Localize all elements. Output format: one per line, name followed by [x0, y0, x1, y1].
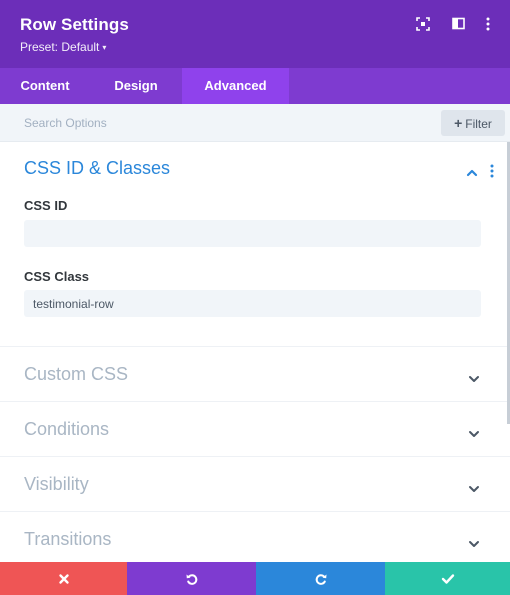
css-class-label: CSS Class: [24, 269, 90, 284]
undo-icon: [186, 573, 197, 585]
section-title: Conditions: [24, 419, 110, 439]
plus-icon: +: [454, 115, 463, 131]
chevron-down-icon: [468, 426, 480, 437]
more-vertical-icon[interactable]: [485, 17, 501, 33]
tab-design[interactable]: Design: [90, 68, 182, 104]
save-button[interactable]: [385, 562, 510, 595]
tab-content[interactable]: Content: [0, 68, 90, 104]
preset-label: Preset: Default: [20, 40, 100, 54]
search-bar: +Filter: [0, 104, 510, 142]
undo-button[interactable]: [127, 562, 256, 595]
chevron-down-icon: [468, 371, 480, 382]
more-vertical-icon[interactable]: [489, 164, 495, 178]
section-title: Custom CSS: [24, 364, 129, 384]
section-css-id-classes: CSS ID & Classes CSS ID CSS Class: [0, 142, 510, 347]
modal-title: Row Settings: [20, 15, 129, 34]
section-custom-css[interactable]: Custom CSS: [0, 347, 510, 402]
caret-down-icon: ▾: [102, 43, 107, 52]
footer-action-bar: [0, 562, 510, 595]
chevron-down-icon: [468, 481, 480, 492]
section-visibility[interactable]: Visibility: [0, 457, 510, 512]
section-title: Visibility: [24, 474, 89, 494]
redo-icon: [315, 573, 326, 585]
modal-header: Row Settings Preset: Default ▾: [0, 0, 510, 68]
sidebar-layout-icon[interactable]: [452, 17, 468, 33]
filter-label: Filter: [465, 117, 492, 131]
check-icon: [441, 573, 454, 584]
preset-selector[interactable]: Preset: Default ▾: [20, 40, 106, 54]
chevron-up-icon[interactable]: [466, 165, 478, 177]
css-id-label: CSS ID: [24, 198, 68, 213]
focus-icon[interactable]: [416, 17, 432, 33]
close-icon: [58, 573, 69, 584]
section-title: Transitions: [24, 529, 112, 549]
css-class-input[interactable]: [24, 290, 481, 317]
cancel-button[interactable]: [0, 562, 127, 595]
section-transitions[interactable]: Transitions: [0, 512, 510, 567]
tab-bar: Content Design Advanced: [0, 68, 510, 104]
redo-button[interactable]: [256, 562, 385, 595]
tab-advanced[interactable]: Advanced: [182, 68, 289, 104]
css-id-input[interactable]: [24, 220, 481, 247]
section-title[interactable]: CSS ID & Classes: [24, 158, 170, 179]
chevron-down-icon: [468, 536, 480, 547]
section-conditions[interactable]: Conditions: [0, 402, 510, 457]
search-input[interactable]: [0, 104, 430, 141]
filter-button[interactable]: + Filter: [441, 110, 505, 136]
